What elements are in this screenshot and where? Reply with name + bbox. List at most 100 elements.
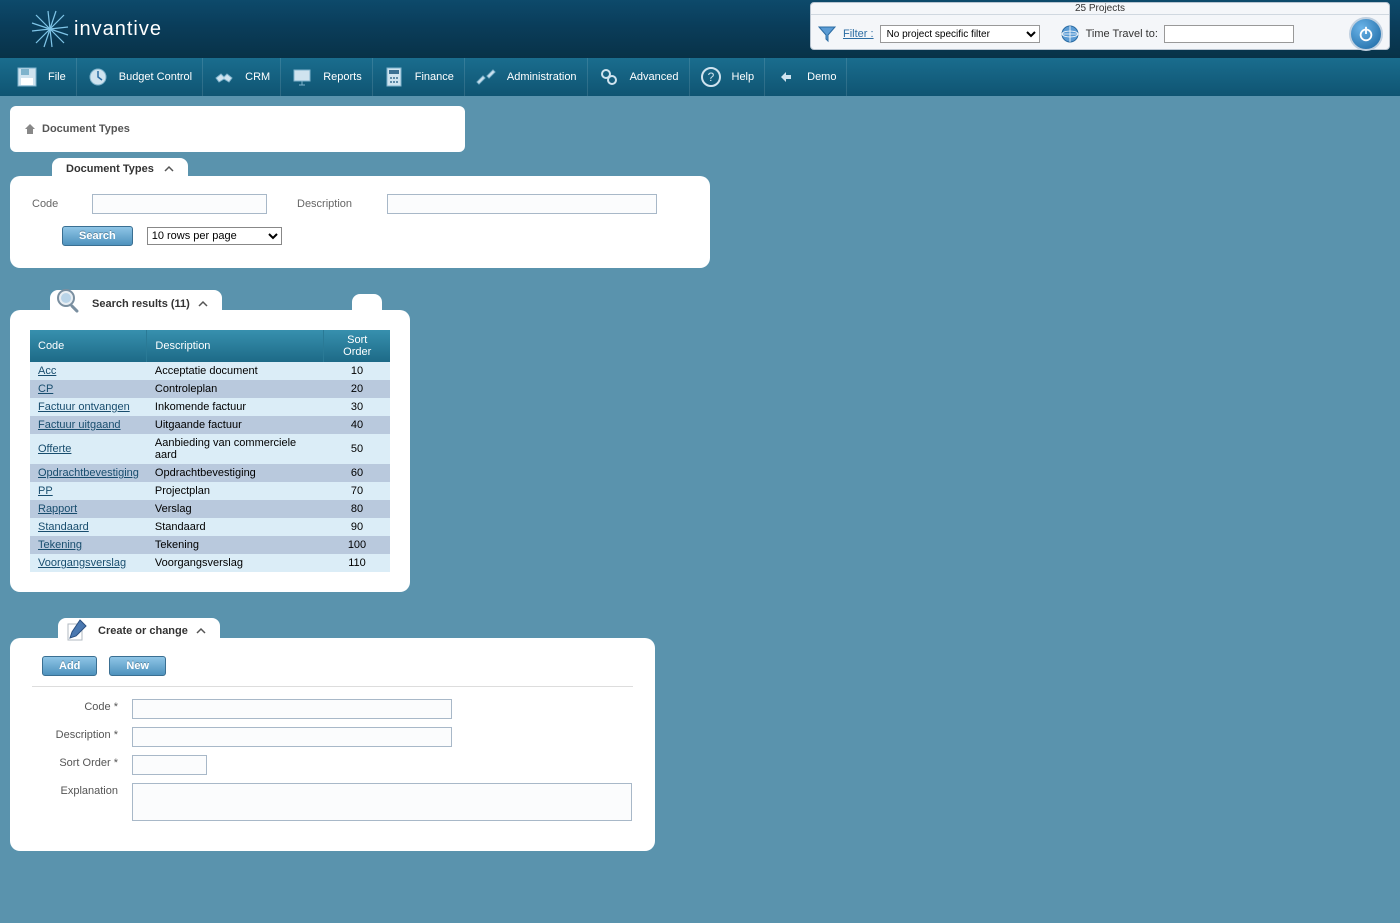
menu-admin[interactable]: Administration: [465, 58, 588, 96]
col-code[interactable]: Code: [30, 330, 147, 362]
table-row: Acc Acceptatie document10: [30, 362, 390, 380]
table-row: TekeningTekening100: [30, 536, 390, 554]
description-input[interactable]: [387, 194, 657, 214]
form-desc-label: Description *: [32, 727, 132, 741]
form-code-label: Code *: [32, 699, 132, 713]
results-panel: Code Description Sort Order Acc Acceptati…: [10, 310, 410, 592]
code-link[interactable]: Standaard: [38, 521, 89, 533]
cell-description: Opdrachtbevestiging: [147, 464, 324, 482]
search-panel: Code Description Search 10 rows per page: [10, 176, 710, 268]
code-link[interactable]: Offerte: [38, 443, 71, 455]
breadcrumb-text: Document Types: [42, 123, 130, 135]
cell-code: Rapport: [30, 500, 147, 518]
menu-finance[interactable]: Finance: [373, 58, 465, 96]
code-link[interactable]: Opdrachtbevestiging: [38, 467, 139, 479]
results-tab[interactable]: Search results (11): [50, 290, 222, 318]
cell-code: Factuur uitgaand: [30, 416, 147, 434]
rows-per-page-select[interactable]: 10 rows per page: [147, 227, 282, 245]
content-area: Document Types Document Types Code Descr…: [0, 96, 1400, 861]
col-sort[interactable]: Sort Order: [324, 330, 390, 362]
chevron-up-icon[interactable]: [196, 626, 206, 636]
breadcrumb-panel: Document Types: [10, 106, 465, 152]
table-row: VoorgangsverslagVoorgangsverslag110: [30, 554, 390, 572]
code-input[interactable]: [92, 194, 267, 214]
cell-description: Inkomende factuur: [147, 398, 324, 416]
menu-advanced[interactable]: Advanced: [588, 58, 690, 96]
power-icon: [1357, 25, 1375, 43]
cell-description: Tekening: [147, 536, 324, 554]
cell-sort-order: 60: [324, 464, 390, 482]
form-description-input[interactable]: [132, 727, 452, 747]
cell-code: Offerte: [30, 434, 147, 464]
table-row: PP Projectplan70: [30, 482, 390, 500]
menu-demo[interactable]: Demo: [765, 58, 847, 96]
presentation-icon: [291, 66, 313, 88]
filter-icon: [817, 24, 837, 44]
budget-icon: [87, 66, 109, 88]
results-table: Code Description Sort Order Acc Acceptati…: [30, 330, 390, 572]
logo-swirl-icon: [30, 9, 70, 49]
svg-text:?: ?: [707, 70, 714, 84]
code-link[interactable]: Acc: [38, 365, 56, 377]
demo-icon: [775, 66, 797, 88]
power-button[interactable]: [1349, 17, 1383, 51]
new-button[interactable]: New: [109, 656, 166, 676]
cell-description: Projectplan: [147, 482, 324, 500]
chevron-up-icon[interactable]: [164, 164, 174, 174]
globe-icon: [1060, 24, 1080, 44]
cell-code: Opdrachtbevestiging: [30, 464, 147, 482]
cell-code: PP: [30, 482, 147, 500]
cell-description: Voorgangsverslag: [147, 554, 324, 572]
create-tab[interactable]: Create or change: [58, 618, 220, 644]
code-link[interactable]: PP: [38, 485, 53, 497]
cell-description: Acceptatie document: [147, 362, 324, 380]
code-label: Code: [32, 198, 82, 210]
add-button[interactable]: Add: [42, 656, 97, 676]
menu-budget[interactable]: Budget Control: [77, 58, 203, 96]
edit-icon: [64, 616, 90, 642]
cell-sort-order: 20: [324, 380, 390, 398]
menu-reports[interactable]: Reports: [281, 58, 373, 96]
form-sort-order-input[interactable]: [132, 755, 207, 775]
cell-code: Standaard: [30, 518, 147, 536]
menu-file[interactable]: File: [6, 58, 77, 96]
form-sort-label: Sort Order *: [32, 755, 132, 769]
table-row: CP Controleplan20: [30, 380, 390, 398]
table-row: StandaardStandaard90: [30, 518, 390, 536]
calculator-icon: [383, 66, 405, 88]
chevron-up-icon[interactable]: [198, 299, 208, 309]
logo-text: invantive: [74, 18, 162, 41]
magnify-icon: [54, 286, 84, 316]
cell-sort-order: 10: [324, 362, 390, 380]
cell-description: Verslag: [147, 500, 324, 518]
menu-help[interactable]: ? Help: [690, 58, 766, 96]
filter-label[interactable]: Filter :: [843, 28, 874, 40]
search-panel-tab[interactable]: Document Types: [52, 158, 188, 180]
col-description[interactable]: Description: [147, 330, 324, 362]
cell-description: Controleplan: [147, 380, 324, 398]
results-blank-tab[interactable]: [352, 294, 382, 314]
create-panel: Add New Code * Description * Sort Order …: [10, 638, 655, 851]
home-icon[interactable]: [24, 123, 36, 135]
code-link[interactable]: Tekening: [38, 539, 82, 551]
code-link[interactable]: CP: [38, 383, 53, 395]
time-travel-input[interactable]: [1164, 25, 1294, 43]
cell-sort-order: 70: [324, 482, 390, 500]
filter-select[interactable]: No project specific filter: [880, 25, 1040, 43]
cell-code: Voorgangsverslag: [30, 554, 147, 572]
code-link[interactable]: Rapport: [38, 503, 77, 515]
handshake-icon: [213, 66, 235, 88]
form-code-input[interactable]: [132, 699, 452, 719]
cell-code: CP: [30, 380, 147, 398]
code-link[interactable]: Factuur ontvangen: [38, 401, 130, 413]
menu-crm[interactable]: CRM: [203, 58, 281, 96]
cell-code: Acc: [30, 362, 147, 380]
top-right-panel: 25 Projects Filter : No project specific…: [810, 2, 1390, 50]
search-button[interactable]: Search: [62, 226, 133, 246]
code-link[interactable]: Factuur uitgaand: [38, 419, 121, 431]
gears-icon: [598, 66, 620, 88]
code-link[interactable]: Voorgangsverslag: [38, 557, 126, 569]
projects-count[interactable]: 25 Projects: [811, 3, 1389, 15]
cell-code: Tekening: [30, 536, 147, 554]
form-explanation-input[interactable]: [132, 783, 632, 821]
